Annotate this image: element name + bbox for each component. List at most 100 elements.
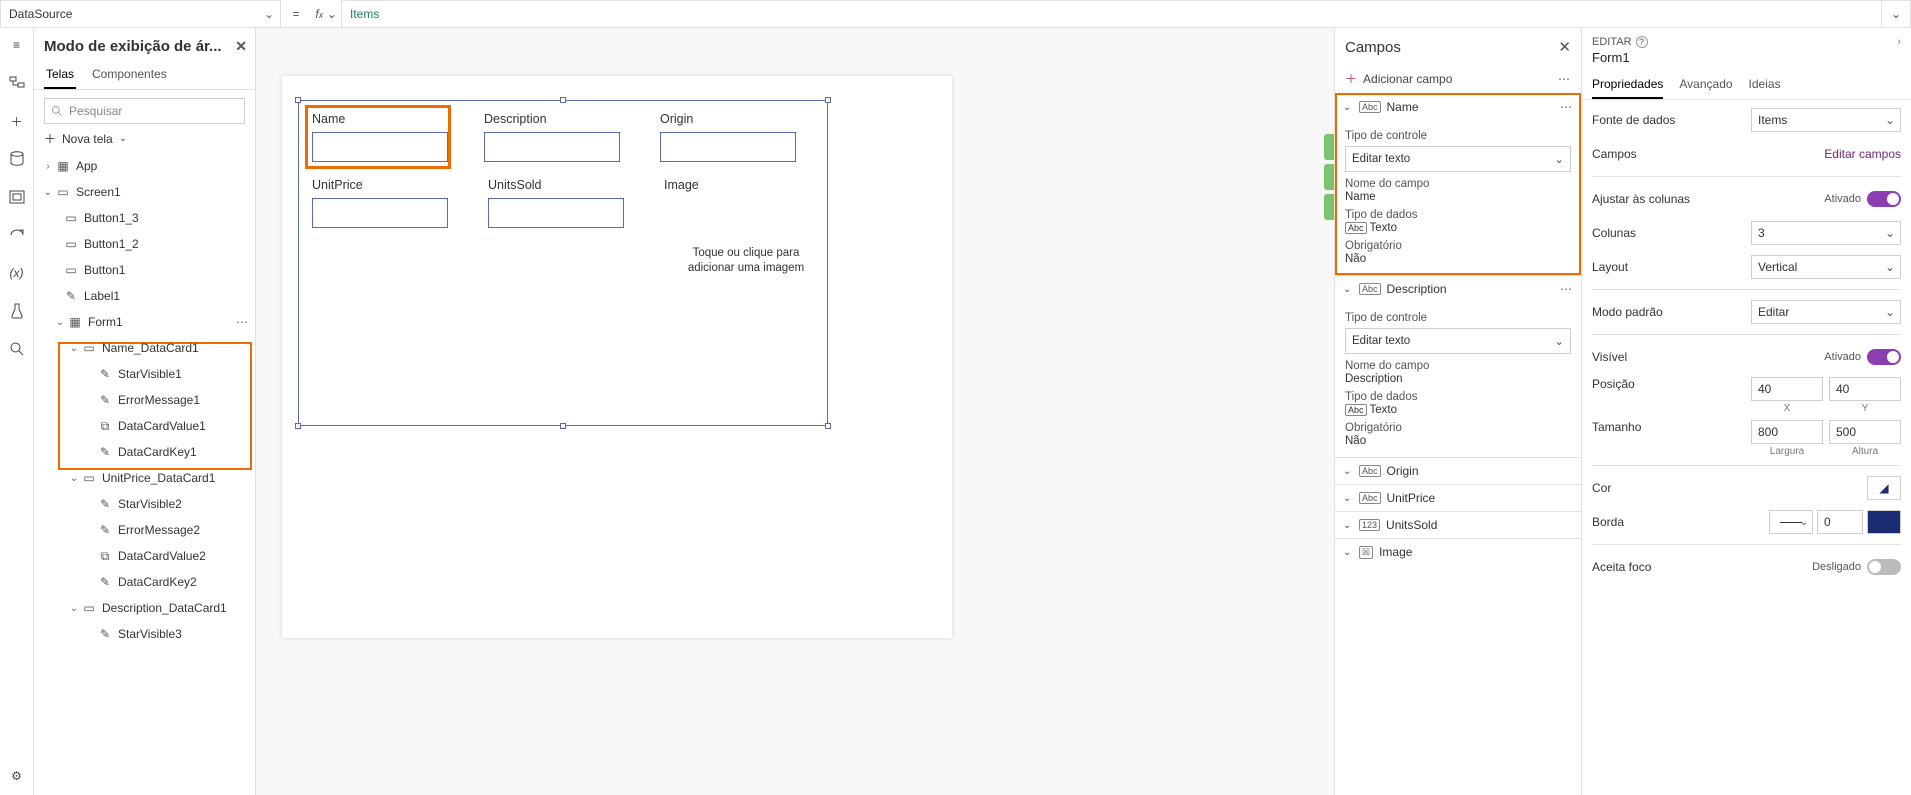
data-type-value: Texto	[1370, 404, 1398, 416]
offscreen-button[interactable]	[1324, 194, 1334, 220]
tab-properties[interactable]: Propriedades	[1592, 71, 1663, 99]
tree-node[interactable]: ▭Button1	[34, 257, 255, 283]
tree-node[interactable]: ✎StarVisible1	[34, 361, 255, 387]
border-color-picker[interactable]	[1867, 510, 1901, 534]
hamburger-icon[interactable]: ≡	[8, 36, 26, 54]
close-icon[interactable]: ✕	[1558, 38, 1571, 56]
field-input[interactable]	[312, 198, 448, 228]
chevron-right-icon[interactable]: ›	[1897, 36, 1901, 48]
more-icon[interactable]: ⋯	[236, 315, 249, 329]
field-unitprice-card[interactable]: UnitPrice	[312, 178, 448, 228]
field-origin-card[interactable]: Origin	[660, 112, 796, 162]
tree-node[interactable]: ⧉DataCardValue1	[34, 413, 255, 439]
tree-node-unitprice-datacard[interactable]: ⌄▭UnitPrice_DataCard1	[34, 465, 255, 491]
tree-node[interactable]: ✎StarVisible3	[34, 621, 255, 647]
field-item-header[interactable]: ⌄AbcUnitPrice	[1335, 485, 1581, 511]
control-type-select[interactable]: Editar texto⌄	[1345, 328, 1571, 354]
tree-node[interactable]: ✎ErrorMessage2	[34, 517, 255, 543]
tree-node[interactable]: ✎ErrorMessage1	[34, 387, 255, 413]
tree-node[interactable]: ⧉DataCardValue2	[34, 543, 255, 569]
prop-datasource-label: Fonte de dados	[1592, 113, 1751, 127]
field-item-header[interactable]: ⌄AbcOrigin	[1335, 458, 1581, 484]
focus-toggle[interactable]	[1867, 559, 1901, 575]
expand-formula-button[interactable]: ⌄	[1881, 0, 1911, 28]
tree-node-desc-datacard[interactable]: ⌄▭Description_DataCard1	[34, 595, 255, 621]
property-selector[interactable]: DataSource ⌄	[0, 0, 281, 28]
color-picker[interactable]: ◢	[1867, 476, 1901, 500]
prop-layout-select[interactable]: Vertical⌄	[1751, 255, 1901, 279]
tree-node[interactable]: ✎StarVisible2	[34, 491, 255, 517]
border-width-input[interactable]: 0	[1817, 510, 1863, 534]
tree-panel: Modo de exibição de ár... ✕ Telas Compon…	[34, 28, 256, 795]
plus-icon: ＋	[1345, 70, 1357, 87]
field-item-header[interactable]: ⌄ Abc Description ⋯	[1335, 276, 1581, 302]
snap-toggle[interactable]	[1867, 191, 1901, 207]
field-input[interactable]	[488, 198, 624, 228]
settings-icon[interactable]: ⚙	[8, 767, 26, 785]
offscreen-button[interactable]	[1324, 134, 1334, 160]
border-style-select[interactable]: ⌄	[1769, 510, 1813, 534]
field-image-card[interactable]: Image	[664, 178, 800, 228]
chevron-down-icon: ⌄	[264, 7, 274, 21]
canvas[interactable]: Name Description Origin UnitPrice UnitsS…	[256, 28, 1334, 795]
prop-y-input[interactable]: 40	[1829, 377, 1901, 401]
prop-datasource-select[interactable]: Items⌄	[1751, 108, 1901, 132]
variable-icon[interactable]: (x)	[8, 264, 26, 282]
chevron-down-icon: ⌄	[1885, 260, 1895, 274]
prop-defaultmode-select[interactable]: Editar⌄	[1751, 300, 1901, 324]
field-item-label: UnitPrice	[1387, 491, 1436, 505]
field-item-header[interactable]: ⌄123UnitsSold	[1335, 512, 1581, 538]
more-icon[interactable]: ⋯	[1560, 282, 1573, 296]
chevron-down-icon: ⌄	[1885, 226, 1895, 240]
new-screen-button[interactable]: ＋ Nova tela ⌄	[44, 130, 245, 147]
info-icon[interactable]: ?	[1636, 36, 1648, 48]
field-unitssold-card[interactable]: UnitsSold	[488, 178, 624, 228]
insert-icon[interactable]: ＋	[8, 112, 26, 130]
prop-height-input[interactable]: 500	[1829, 420, 1901, 444]
edit-fields-link[interactable]: Editar campos	[1824, 147, 1901, 161]
close-icon[interactable]: ✕	[235, 38, 247, 55]
tab-advanced[interactable]: Avançado	[1679, 71, 1732, 99]
image-placeholder-hint[interactable]: Toque ou clique para adicionar uma image…	[676, 246, 816, 276]
tree-node[interactable]: ✎DataCardKey1	[34, 439, 255, 465]
tree-node-form1[interactable]: ⌄▦Form1⋯	[34, 309, 255, 335]
more-icon[interactable]: ⋯	[1558, 72, 1571, 86]
add-field-button[interactable]: ＋ Adicionar campo ⋯	[1335, 64, 1581, 93]
field-name-card[interactable]: Name	[310, 110, 446, 164]
offscreen-button[interactable]	[1324, 164, 1334, 190]
visible-toggle[interactable]	[1867, 349, 1901, 365]
button-icon: ▭	[62, 211, 80, 225]
tree-node[interactable]: ▭Button1_2	[34, 231, 255, 257]
media-icon[interactable]	[8, 188, 26, 206]
field-item-header[interactable]: ⌄ Abc Name ⋯	[1335, 94, 1581, 120]
tree-view-icon[interactable]	[8, 74, 26, 92]
test-icon[interactable]	[8, 302, 26, 320]
tree-search[interactable]: Pesquisar	[44, 98, 245, 124]
field-label: Description	[484, 112, 620, 126]
control-type-select[interactable]: Editar texto⌄	[1345, 146, 1571, 172]
field-input[interactable]	[312, 132, 448, 162]
tree-node-name-datacard[interactable]: ⌄▭Name_DataCard1	[34, 335, 255, 361]
tree-node-screen1[interactable]: ⌄▭Screen1	[34, 179, 255, 205]
tree-node[interactable]: ▭Button1_3	[34, 205, 255, 231]
field-item-header[interactable]: ⌄☒Image	[1335, 539, 1581, 565]
more-icon[interactable]: ⋯	[1560, 100, 1573, 114]
tab-components[interactable]: Componentes	[90, 61, 169, 89]
field-input[interactable]	[660, 132, 796, 162]
prop-width-input[interactable]: 800	[1751, 420, 1823, 444]
data-icon[interactable]	[8, 150, 26, 168]
flow-icon[interactable]	[8, 226, 26, 244]
tab-ideas[interactable]: Ideias	[1749, 71, 1781, 99]
field-input[interactable]	[484, 132, 620, 162]
tree-node[interactable]: ✎Label1	[34, 283, 255, 309]
field-description-card[interactable]: Description	[484, 112, 620, 162]
field-item-label: Description	[1387, 282, 1447, 296]
prop-x-input[interactable]: 40	[1751, 377, 1823, 401]
tree-node[interactable]: ✎DataCardKey2	[34, 569, 255, 595]
formula-input[interactable]: Items	[341, 0, 1881, 28]
tree-node-app[interactable]: ›▦App	[34, 153, 255, 179]
tab-screens[interactable]: Telas	[44, 61, 76, 89]
prop-columns-select[interactable]: 3⌄	[1751, 221, 1901, 245]
search-tool-icon[interactable]	[8, 340, 26, 358]
form-row: UnitPrice UnitsSold Image	[312, 178, 800, 228]
